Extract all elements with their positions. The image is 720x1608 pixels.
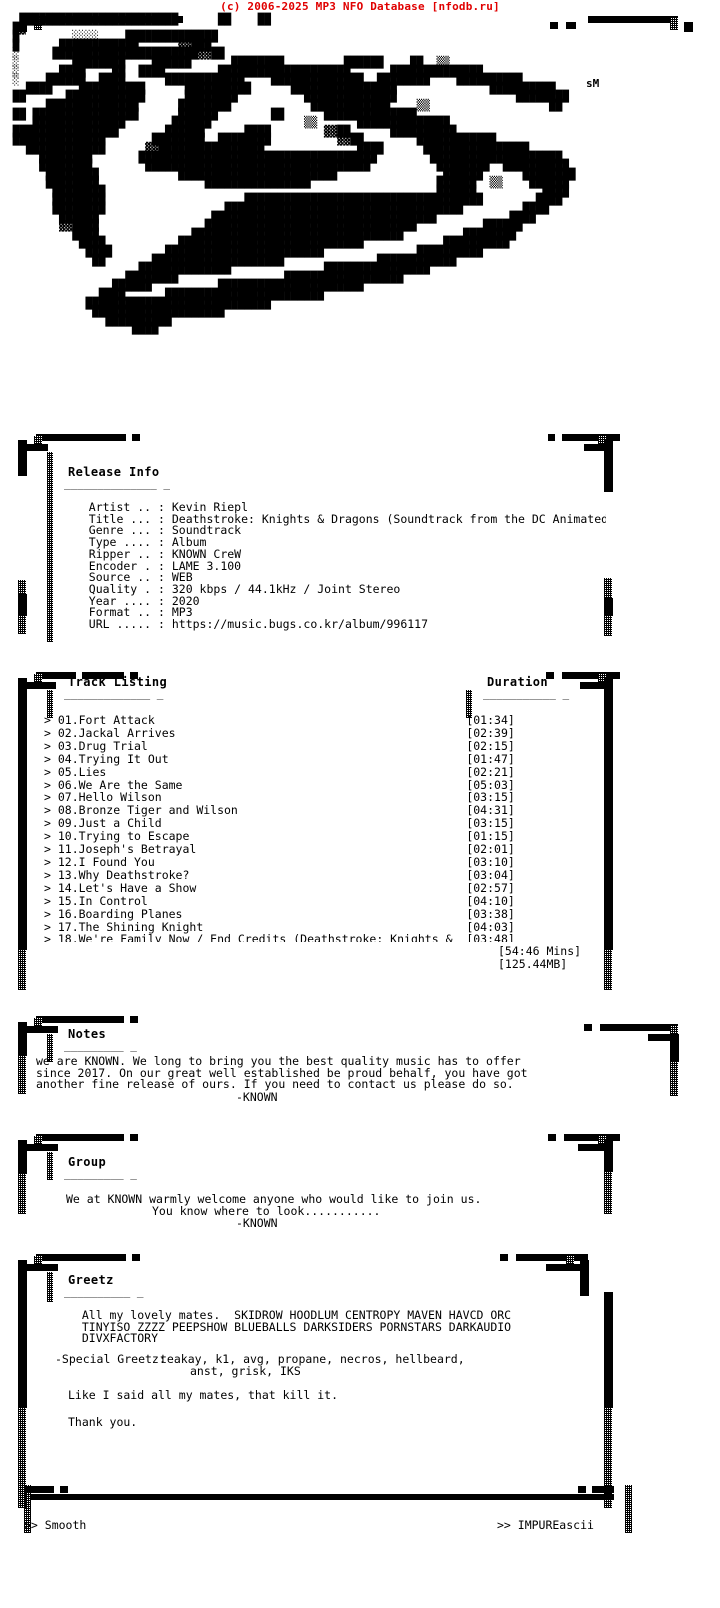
group-rule: _________ _ (64, 1167, 137, 1180)
greetz-box: Greetz __________ _ All my lovely mates.… (0, 1250, 720, 1525)
notes-body: we are KNOWN. We long to bring you the b… (36, 1054, 528, 1092)
duration-column-rule: ___________ _ (483, 687, 570, 700)
track-row-list: > 01.Fort Attack [01:34] > 02.Jackal Arr… (44, 714, 515, 942)
greetz-closing: Like I said all my mates, that kill it. (68, 1388, 339, 1402)
notes-box: Notes _________ _ we are KNOWN. We long … (0, 1012, 720, 1122)
notes-signature: -KNOWN (236, 1090, 278, 1104)
footer-right-credit: >> IMPUREascii (497, 1518, 594, 1532)
group-signature: -KNOWN (236, 1216, 278, 1230)
artist-signature: sM (586, 77, 600, 90)
total-duration: [54:46 Mins] (498, 944, 582, 958)
nfodb-copyright-header: (c) 2006-2025 MP3 NFO Database [nfodb.ru… (220, 0, 500, 13)
greetz-intro: All my lovely mates. SKIDROW HOODLUM CEN… (81, 1308, 512, 1346)
release-field-list: Artist .. : Kevin Riepl Title ... : Deat… (88, 502, 606, 632)
known-ascii-logo: ████████████████████████ ██ ██ █▓ █ ░░░░… (12, 13, 576, 336)
notes-rule: _________ _ (64, 1039, 137, 1052)
track-listing-box: Track Listing _____________ _ Duration _… (0, 668, 720, 998)
greetz-thanks: Thank you. (68, 1415, 138, 1429)
greetz-rule: __________ _ (64, 1285, 144, 1298)
footer-left-credit: >> Smooth (24, 1518, 87, 1532)
greetz-special-line-2: anst, grisk, IKS (190, 1364, 301, 1378)
release-info-fields: Artist .. : Kevin Riepl Title ... : Deat… (68, 502, 606, 642)
release-info-rule: ______________ _ (64, 477, 170, 490)
track-rows: > 01.Fort Attack [01:34] > 02.Jackal Arr… (44, 714, 604, 942)
track-listing-rule: _____________ _ (64, 687, 164, 700)
release-info-box: Release Info ______________ _ Artist .. … (0, 430, 720, 645)
total-size: [125.44MB] (498, 957, 568, 971)
greetz-special-label: -Special Greetz: (55, 1352, 166, 1366)
group-box: Group _________ _ We at KNOWN warmly wel… (0, 1130, 720, 1240)
